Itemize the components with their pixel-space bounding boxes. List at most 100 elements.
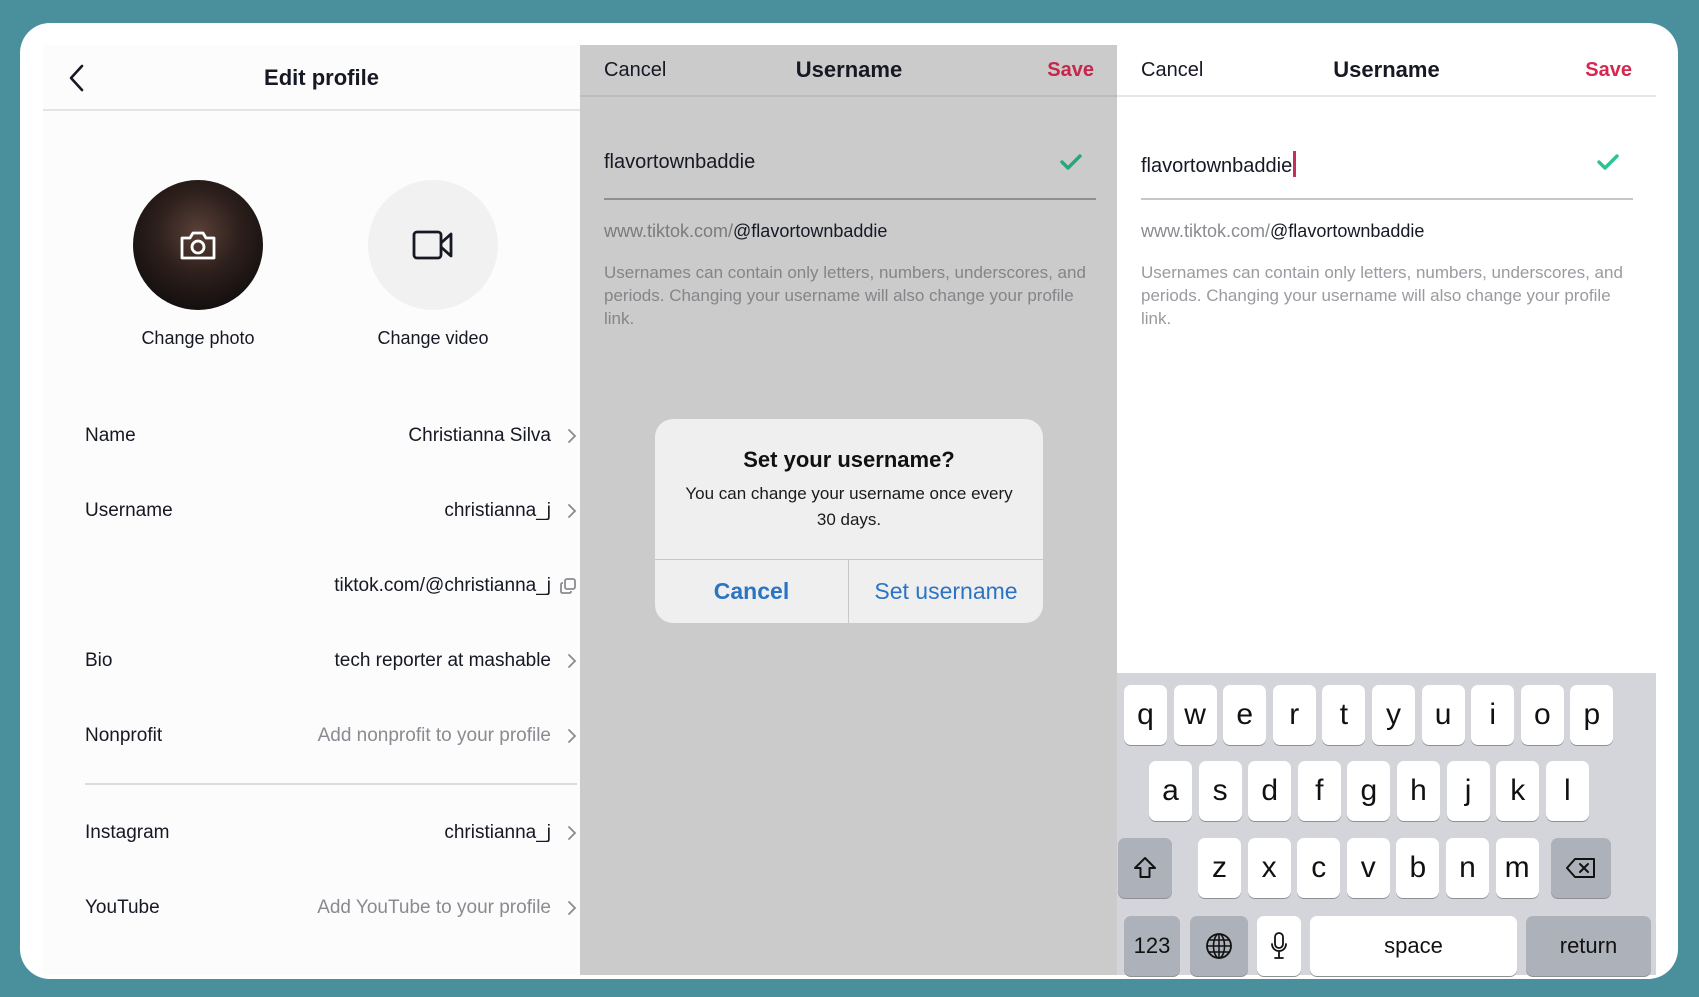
- key-w[interactable]: w: [1173, 685, 1217, 745]
- profile-row-name[interactable]: Name Christianna Silva: [85, 416, 577, 456]
- key-n[interactable]: n: [1446, 838, 1489, 898]
- globe-icon: [1206, 933, 1232, 959]
- row-value: christianna_j: [444, 822, 551, 843]
- key-u[interactable]: u: [1421, 685, 1465, 745]
- confirm-dialog: Set your username? You can change your u…: [655, 419, 1043, 623]
- row-label: Instagram: [85, 822, 170, 843]
- copy-icon[interactable]: [559, 577, 577, 595]
- dialog-message: You can change your username once every …: [685, 484, 1013, 529]
- key-x[interactable]: x: [1247, 838, 1291, 898]
- row-value: christianna_j: [444, 500, 551, 521]
- video-placeholder: [368, 180, 498, 310]
- profile-row-instagram[interactable]: Instagram christianna_j: [85, 813, 577, 853]
- key-t[interactable]: t: [1322, 685, 1366, 745]
- username-header: Cancel Username Save: [580, 45, 1118, 97]
- profile-link: tiktok.com/@christianna_j: [334, 575, 551, 596]
- username-input[interactable]: flavortownbaddie: [604, 133, 1096, 200]
- change-photo-button[interactable]: Change photo: [98, 180, 298, 349]
- backspace-key[interactable]: [1551, 838, 1611, 898]
- url-prefix: www.tiktok.com/: [1141, 221, 1271, 241]
- key-i[interactable]: i: [1471, 685, 1515, 745]
- username-title: Username: [1333, 57, 1440, 82]
- chevron-right-icon: [568, 826, 577, 840]
- globe-key[interactable]: [1190, 916, 1248, 976]
- row-label: Username: [85, 500, 173, 521]
- save-button[interactable]: Save: [1047, 59, 1094, 82]
- dialog-title: Set your username?: [743, 447, 955, 472]
- profile-row-link[interactable]: tiktok.com/@christianna_j: [85, 566, 577, 606]
- row-value: tech reporter at mashable: [334, 650, 551, 671]
- page-title: Edit profile: [264, 65, 379, 90]
- key-d[interactable]: d: [1248, 761, 1292, 821]
- change-video-label: Change video: [377, 328, 489, 348]
- microphone-key[interactable]: [1257, 916, 1301, 976]
- edit-profile-screen: Edit profile Change photo Change video N…: [43, 45, 600, 975]
- shift-key[interactable]: [1118, 838, 1172, 898]
- profile-url: www.tiktok.com/@flavortownbaddie: [604, 221, 887, 242]
- set-username-button[interactable]: Set username: [849, 560, 1043, 623]
- checkmark-icon: [1597, 154, 1619, 170]
- change-photo-label: Change photo: [141, 328, 255, 348]
- return-key[interactable]: return: [1526, 916, 1651, 976]
- chevron-right-icon: [568, 429, 577, 443]
- username-header: Cancel Username Save: [1117, 45, 1656, 97]
- chevron-right-icon: [568, 504, 577, 518]
- key-a[interactable]: a: [1149, 761, 1192, 821]
- key-r[interactable]: r: [1272, 685, 1316, 745]
- checkmark-icon: [1060, 154, 1082, 170]
- profile-row-nonprofit[interactable]: Nonprofit Add nonprofit to your profile: [85, 716, 577, 756]
- key-p[interactable]: p: [1570, 685, 1614, 745]
- text-cursor: [1293, 151, 1297, 177]
- onscreen-keyboard: qwertyuiop asdfghjkl zxcvbnm 123 space r…: [1117, 673, 1656, 976]
- key-f[interactable]: f: [1297, 761, 1341, 821]
- username-input-value: flavortownbaddie: [604, 151, 756, 173]
- key-v[interactable]: v: [1346, 838, 1390, 898]
- change-video-button[interactable]: Change video: [333, 180, 533, 349]
- input-text: flavortownbaddie: [1141, 155, 1293, 177]
- key-l[interactable]: l: [1545, 761, 1589, 821]
- profile-row-username[interactable]: Username christianna_j: [85, 491, 577, 531]
- username-help-text: Usernames can contain only letters, numb…: [604, 263, 1086, 328]
- chevron-right-icon: [568, 729, 577, 743]
- key-k[interactable]: k: [1496, 761, 1540, 821]
- username-screen-dialog: Cancel Username Save flavortownbaddie ww…: [580, 45, 1118, 975]
- username-input[interactable]: flavortownbaddie: [1141, 133, 1633, 200]
- chevron-right-icon: [568, 901, 577, 915]
- key-j[interactable]: j: [1446, 761, 1490, 821]
- row-label: Bio: [85, 650, 113, 671]
- key-b[interactable]: b: [1396, 838, 1440, 898]
- space-key[interactable]: space: [1310, 916, 1517, 976]
- key-o[interactable]: o: [1520, 685, 1564, 745]
- key-e[interactable]: e: [1223, 685, 1267, 745]
- profile-row-youtube[interactable]: YouTube Add YouTube to your profile: [85, 888, 577, 928]
- camera-icon: [180, 231, 216, 260]
- username-help-text: Usernames can contain only letters, numb…: [1141, 263, 1623, 328]
- key-q[interactable]: q: [1124, 685, 1167, 745]
- screenshot-card: Edit profile Change photo Change video N…: [20, 23, 1678, 979]
- key-s[interactable]: s: [1198, 761, 1242, 821]
- dialog-cancel-button[interactable]: Cancel: [655, 560, 849, 623]
- dialog-actions: Cancel Set username: [655, 559, 1043, 623]
- numbers-key[interactable]: 123: [1124, 916, 1180, 976]
- key-z[interactable]: z: [1198, 838, 1241, 898]
- shift-icon: [1134, 857, 1156, 878]
- edit-profile-header: Edit profile: [43, 45, 600, 111]
- save-button[interactable]: Save: [1585, 59, 1632, 82]
- avatar: [133, 180, 263, 310]
- key-y[interactable]: y: [1372, 685, 1415, 745]
- key-g[interactable]: g: [1347, 761, 1391, 821]
- row-value: Add nonprofit to your profile: [317, 725, 551, 746]
- url-handle: @flavortownbaddie: [1270, 221, 1425, 241]
- key-m[interactable]: m: [1495, 838, 1539, 898]
- microphone-icon: [1271, 932, 1287, 959]
- profile-row-bio[interactable]: Bio tech reporter at mashable: [85, 641, 577, 681]
- key-c[interactable]: c: [1297, 838, 1341, 898]
- row-label: Name: [85, 425, 136, 446]
- backspace-icon: [1566, 858, 1595, 878]
- username-screen-keyboard: Cancel Username Save flavortownbaddie ww…: [1117, 45, 1656, 976]
- key-h[interactable]: h: [1397, 761, 1440, 821]
- row-value: Add YouTube to your profile: [317, 897, 551, 918]
- video-camera-icon: [412, 230, 453, 260]
- url-handle: @flavortownbaddie: [733, 221, 888, 241]
- row-label: YouTube: [85, 897, 160, 918]
